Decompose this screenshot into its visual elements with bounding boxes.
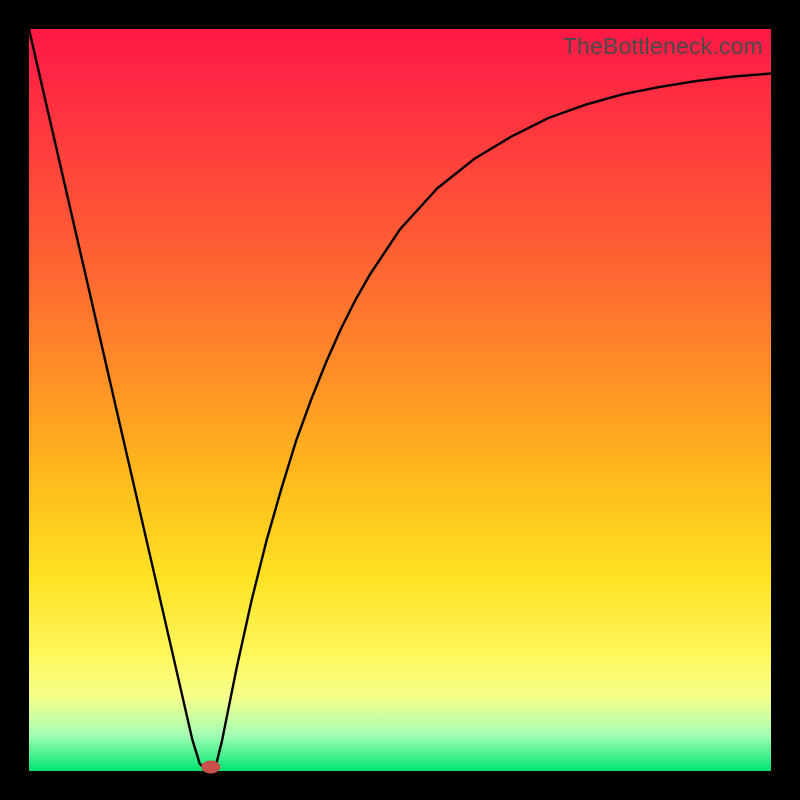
min-marker [202,761,220,773]
chart-frame: TheBottleneck.com [0,0,800,800]
bottleneck-curve [29,29,771,771]
chart-svg [29,29,771,771]
plot-area: TheBottleneck.com [29,29,771,771]
